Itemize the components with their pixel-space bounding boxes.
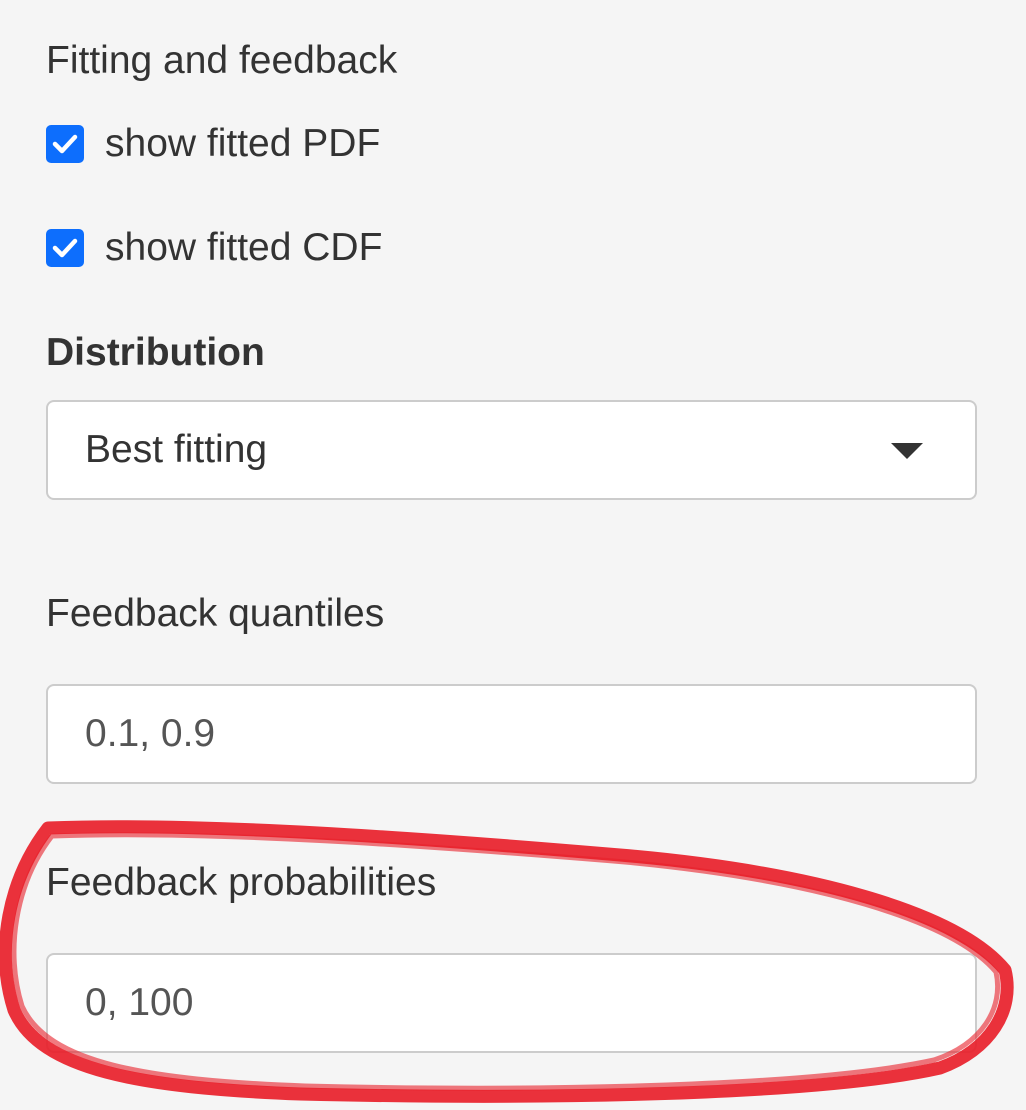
section-title: Fitting and feedback: [46, 39, 398, 82]
show-fitted-pdf-checkbox[interactable]: [46, 125, 84, 163]
caret-down-icon: [891, 443, 923, 459]
show-fitted-cdf-option[interactable]: show fitted CDF: [46, 226, 382, 270]
show-fitted-cdf-label: show fitted CDF: [105, 226, 383, 269]
show-fitted-pdf-option[interactable]: show fitted PDF: [46, 122, 380, 166]
show-fitted-pdf-label: show fitted PDF: [105, 122, 381, 165]
checkmark-icon: [52, 134, 78, 154]
feedback-probabilities-label: Feedback probabilities: [46, 861, 437, 904]
distribution-label: Distribution: [46, 331, 265, 374]
feedback-quantiles-input[interactable]: 0.1, 0.9: [46, 684, 977, 784]
feedback-quantiles-label: Feedback quantiles: [46, 592, 385, 635]
distribution-selected-value: Best fitting: [85, 428, 268, 471]
show-fitted-cdf-checkbox[interactable]: [46, 229, 84, 267]
feedback-probabilities-input[interactable]: 0, 100: [46, 953, 977, 1053]
feedback-probabilities-value: 0, 100: [85, 981, 194, 1024]
red-circle-annotation: [0, 820, 1014, 1103]
checkmark-icon: [52, 238, 78, 258]
feedback-quantiles-value: 0.1, 0.9: [85, 712, 216, 755]
distribution-select[interactable]: Best fitting: [46, 400, 977, 500]
